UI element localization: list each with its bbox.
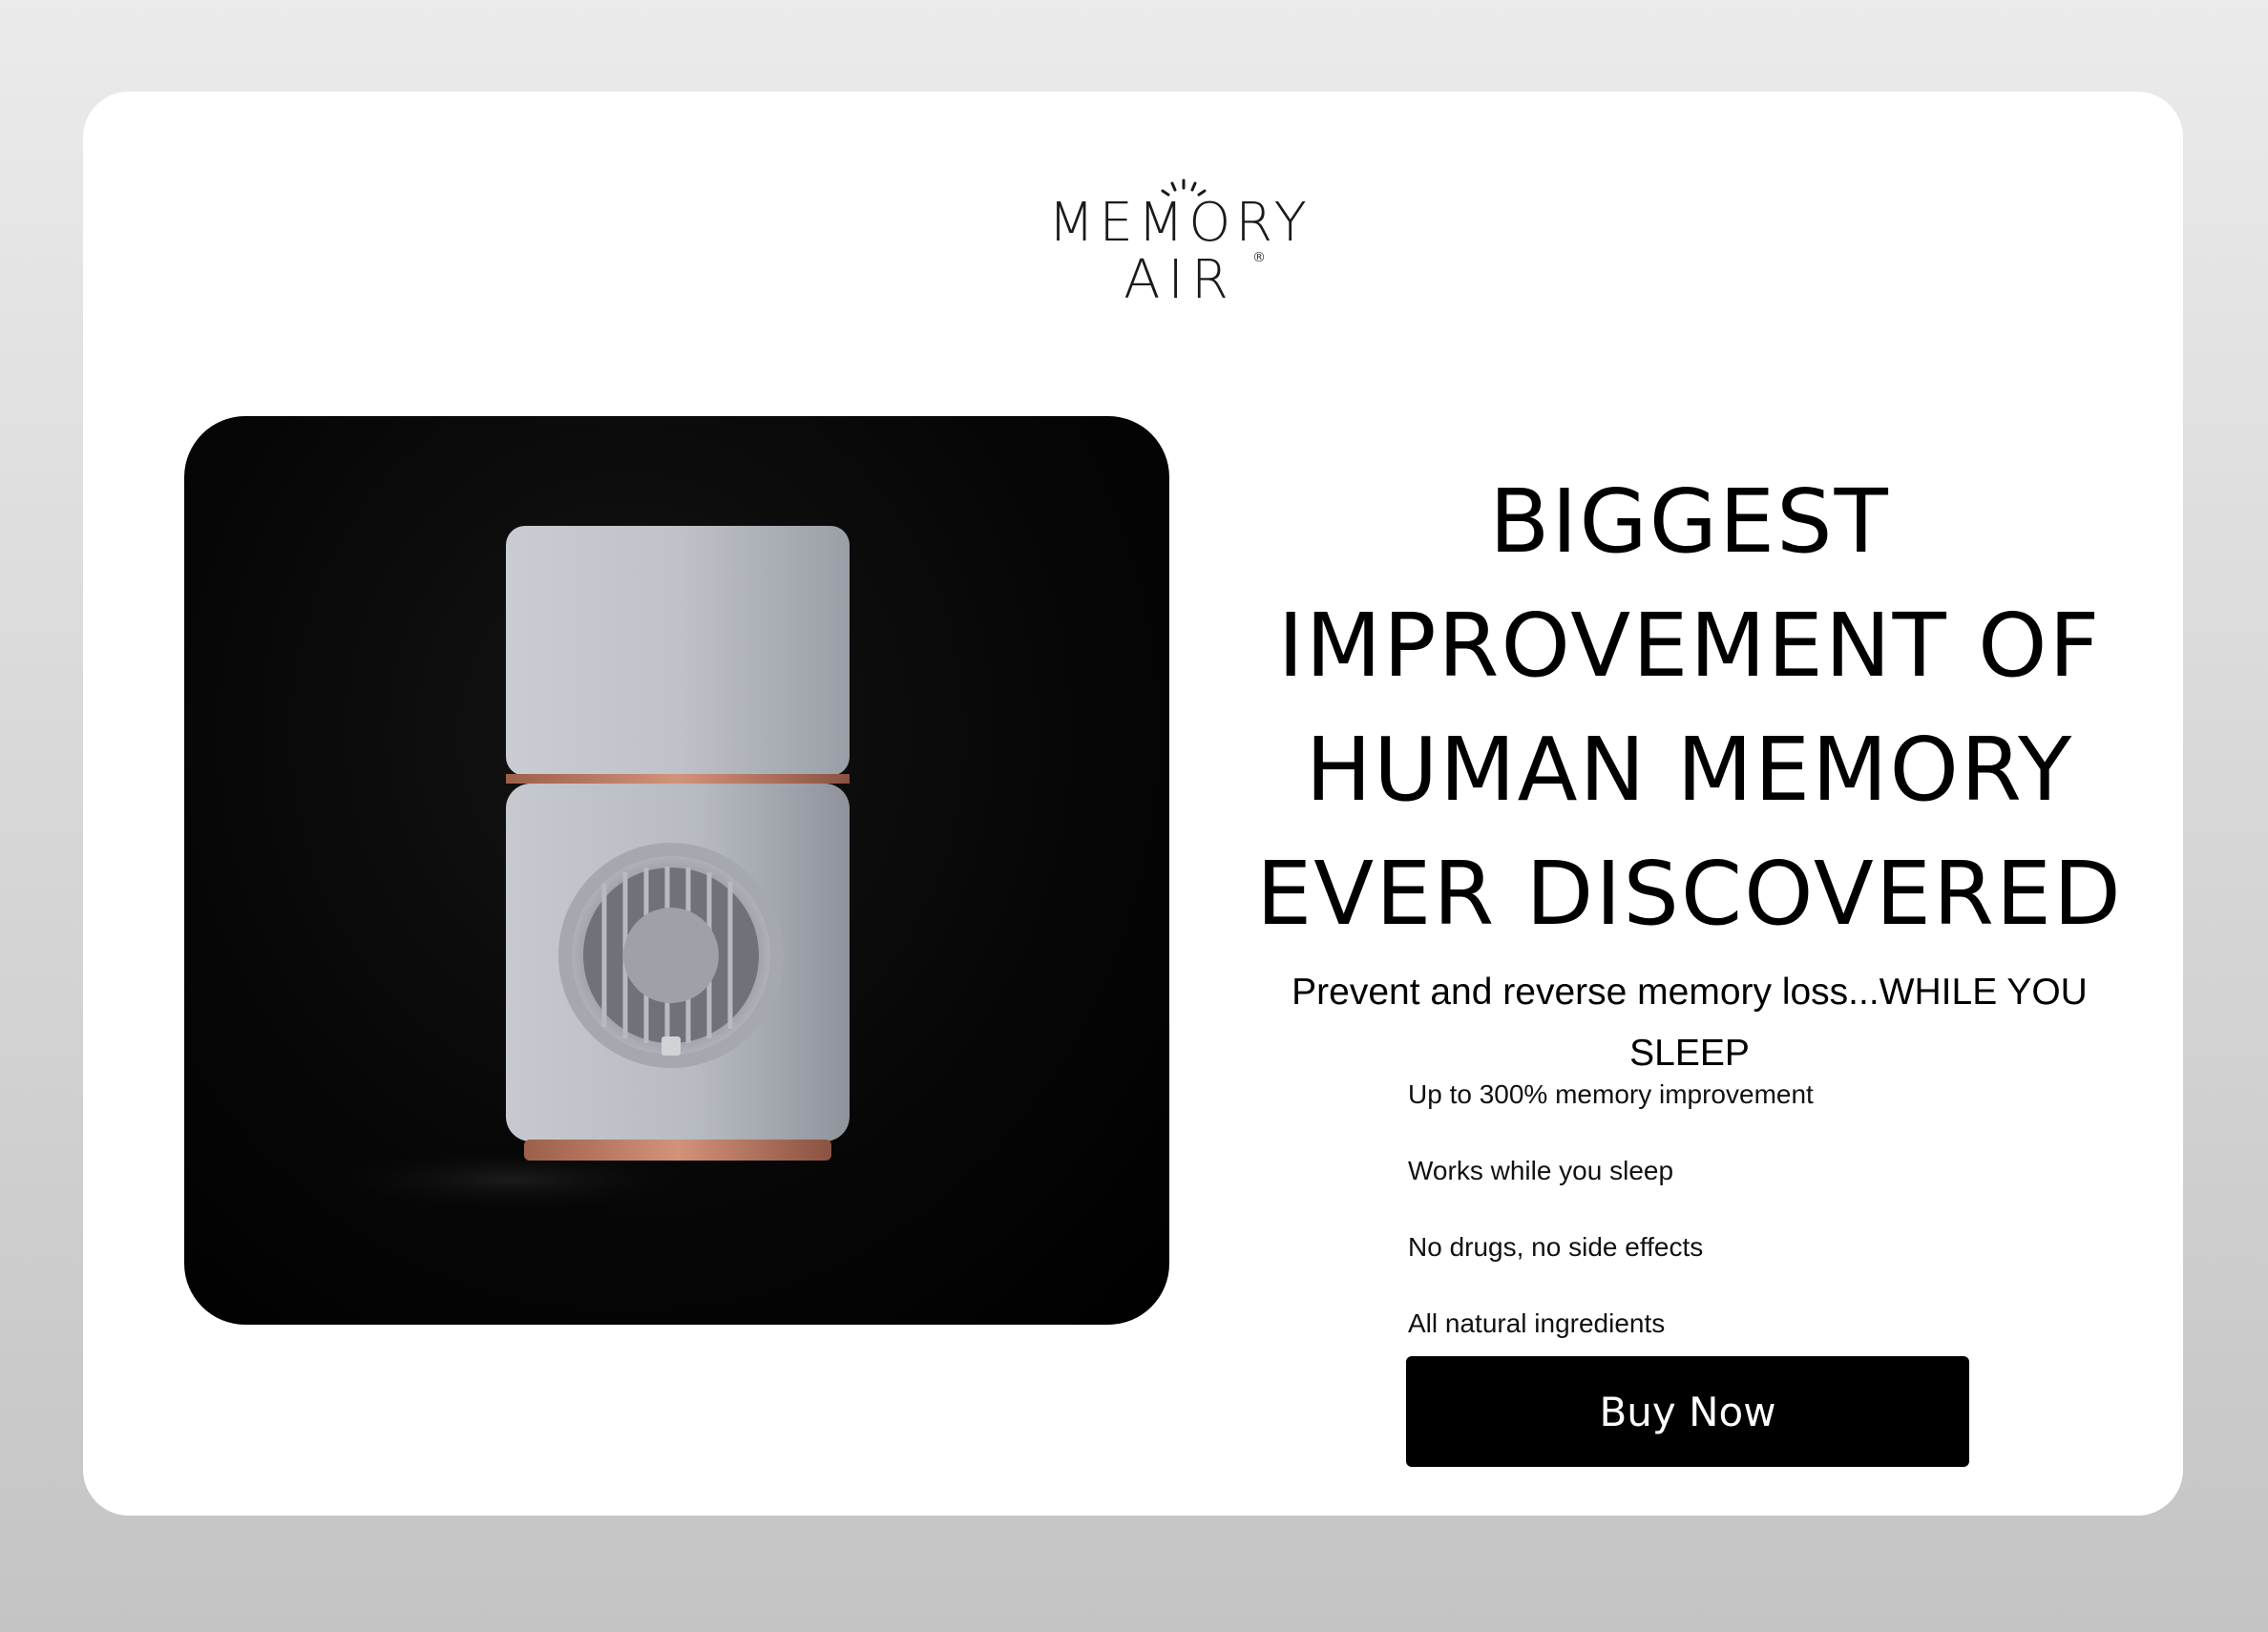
benefit-item: Works while you sleep: [1408, 1156, 1674, 1185]
logo-text-air: AIR: [1124, 249, 1236, 311]
air-purifier-device-image: [283, 526, 850, 1218]
hero-subheadline: Prevent and reverse memory loss...WHILE …: [1292, 972, 2088, 1074]
registered-mark: ®: [1252, 250, 1266, 265]
benefit-item: No drugs, no side effects: [1408, 1232, 1704, 1262]
benefits-list: Up to 300% memory improvement Works whil…: [1408, 1074, 1814, 1379]
hero-headline: BIGGEST IMPROVEMENT OF HUMAN MEMORY EVER…: [1256, 471, 2123, 945]
benefit-item: Up to 300% memory improvement: [1408, 1079, 1814, 1109]
product-image: [184, 416, 1169, 1325]
buy-now-button[interactable]: Buy Now: [1406, 1356, 1969, 1467]
logo-text-memory: MEMORY: [1048, 192, 1312, 254]
